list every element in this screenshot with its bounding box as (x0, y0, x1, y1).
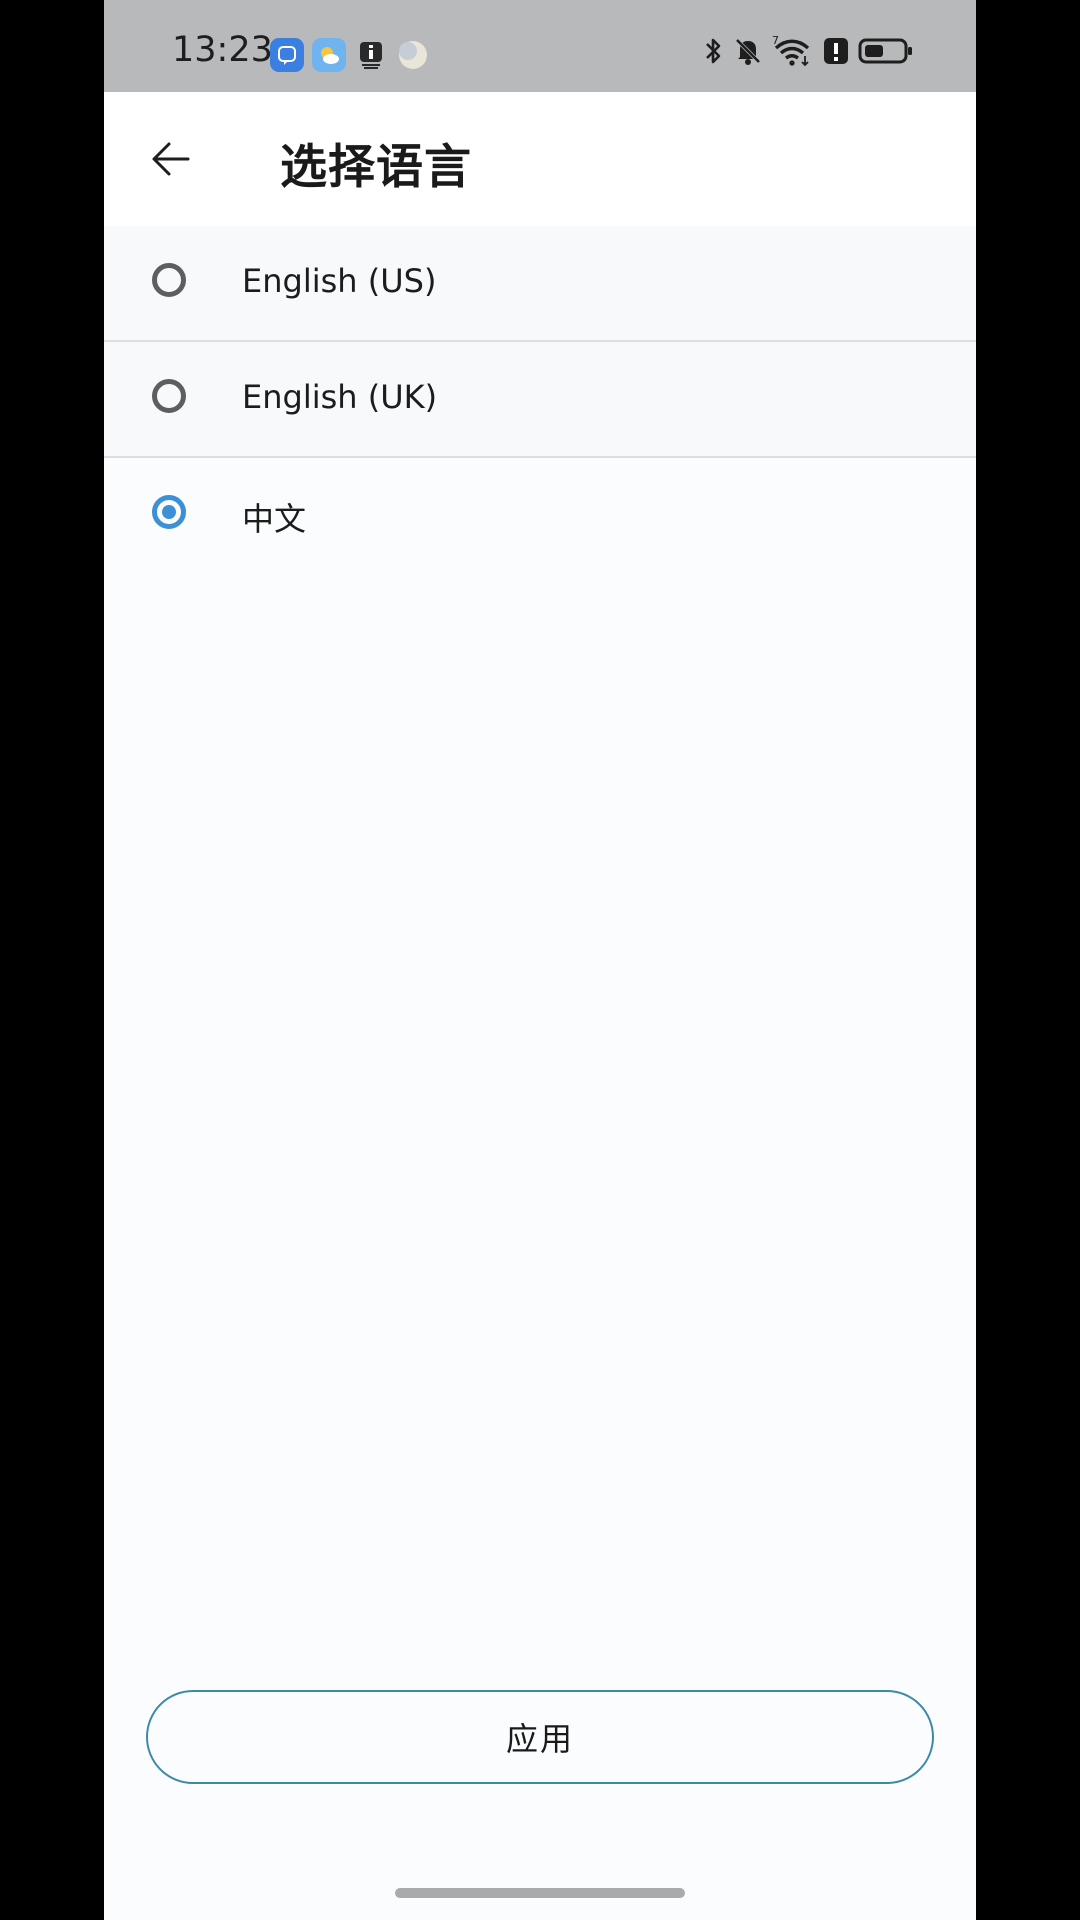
status-bar: 13:23 7 (104, 0, 976, 92)
back-button[interactable] (134, 122, 208, 196)
language-option-chinese[interactable]: 中文 (104, 458, 976, 572)
radio-button[interactable] (152, 379, 186, 413)
system-status-icons: 7 (702, 34, 914, 68)
home-indicator[interactable] (395, 1888, 685, 1898)
language-label: 中文 (242, 500, 307, 538)
notification-icons (270, 38, 430, 72)
apply-button[interactable]: 应用 (146, 1690, 934, 1784)
language-list: English (US) English (UK) 中文 (104, 226, 976, 572)
mute-icon (735, 38, 761, 65)
phone-screen: 13:23 7 选择语言 English (US) English (UK) 中… (104, 0, 976, 1920)
status-time: 13:23 (172, 30, 273, 70)
arrow-left-icon (152, 142, 190, 176)
battery-icon (858, 38, 912, 64)
language-option-english-uk[interactable]: English (UK) (104, 342, 976, 458)
language-label: English (UK) (242, 378, 438, 416)
wifi-icon: 7 (772, 34, 810, 67)
moon-app-icon (396, 38, 430, 72)
page-title: 选择语言 (280, 140, 472, 195)
message-app-icon (270, 38, 304, 72)
bluetooth-icon (706, 38, 721, 64)
weather-app-icon (312, 38, 346, 72)
language-option-english-us[interactable]: English (US) (104, 226, 976, 342)
radio-button[interactable] (152, 263, 186, 297)
alert-icon (824, 38, 848, 64)
app-bar: 选择语言 (104, 92, 976, 226)
language-label: English (US) (242, 262, 437, 300)
info-app-icon (354, 38, 388, 72)
radio-button-selected[interactable] (152, 495, 186, 529)
